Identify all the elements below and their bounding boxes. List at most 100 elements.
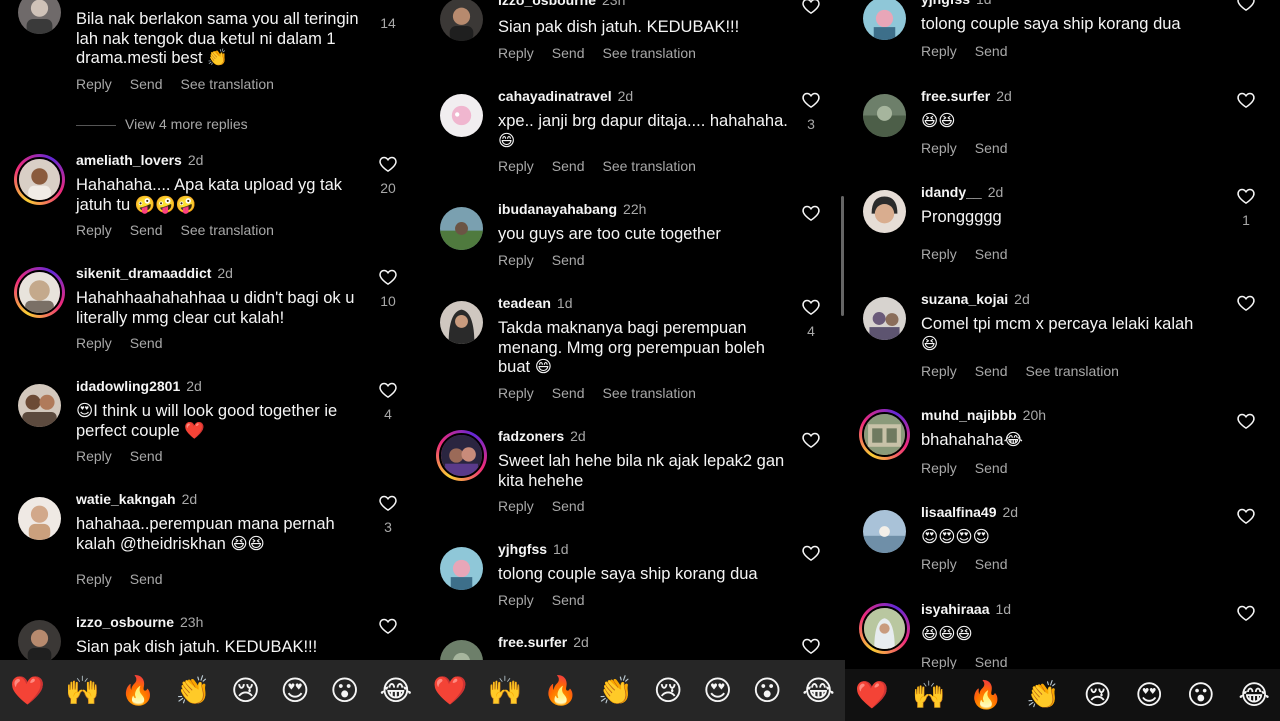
reply-button[interactable]: Reply (76, 335, 112, 351)
username[interactable]: sikenit_dramaaddict (76, 265, 211, 281)
username[interactable]: lisaalfina49 (921, 504, 997, 520)
like-heart-icon[interactable] (1236, 186, 1256, 206)
avatar[interactable] (14, 154, 65, 205)
like-heart-icon[interactable] (801, 636, 821, 656)
raising-hands-icon[interactable]: 🙌 (912, 682, 946, 709)
avatar[interactable] (436, 430, 487, 481)
reply-button[interactable]: Reply (76, 448, 112, 464)
send-button[interactable]: Send (130, 335, 163, 351)
send-button[interactable]: Send (975, 246, 1008, 262)
like-heart-icon[interactable] (378, 493, 398, 513)
red-heart-icon[interactable]: ❤️ (855, 682, 889, 709)
avatar[interactable] (863, 94, 906, 137)
reply-button[interactable]: Reply (921, 246, 957, 262)
see-translation-button[interactable]: See translation (181, 76, 274, 92)
surprised-face-icon[interactable]: 😮 (753, 676, 782, 705)
red-heart-icon[interactable]: ❤️ (10, 676, 45, 705)
username[interactable]: yjhgfss (921, 0, 970, 7)
like-heart-icon[interactable] (801, 90, 821, 110)
send-button[interactable]: Send (975, 363, 1008, 379)
see-translation-button[interactable]: See translation (603, 158, 696, 174)
crying-face-icon[interactable]: 😢 (653, 676, 682, 705)
clapping-hands-icon[interactable]: 👏 (176, 676, 211, 705)
fire-icon[interactable]: 🔥 (543, 676, 578, 705)
like-heart-icon[interactable] (378, 267, 398, 287)
send-button[interactable]: Send (975, 140, 1008, 156)
avatar[interactable] (440, 207, 483, 250)
avatar[interactable] (863, 0, 906, 40)
send-button[interactable]: Send (552, 385, 585, 401)
see-translation-button[interactable]: See translation (1026, 363, 1119, 379)
fire-icon[interactable]: 🔥 (120, 676, 155, 705)
like-heart-icon[interactable] (1236, 603, 1256, 623)
clapping-hands-icon[interactable]: 👏 (1026, 682, 1060, 709)
crying-face-icon[interactable]: 😢 (231, 676, 260, 705)
username[interactable]: ameliath_lovers (76, 152, 182, 168)
username[interactable]: izzo_osbourne (498, 0, 596, 8)
send-button[interactable]: Send (552, 45, 585, 61)
reply-button[interactable]: Reply (921, 460, 957, 476)
like-heart-icon[interactable] (801, 430, 821, 450)
send-button[interactable]: Send (552, 592, 585, 608)
heart-eyes-face-icon[interactable]: 😍 (1135, 682, 1163, 709)
username[interactable]: izzo_osbourne (76, 614, 174, 630)
send-button[interactable]: Send (552, 498, 585, 514)
send-button[interactable]: Send (975, 556, 1008, 572)
username[interactable]: free.surfer (921, 88, 990, 104)
avatar[interactable] (440, 301, 483, 344)
send-button[interactable]: Send (975, 654, 1008, 670)
heart-eyes-face-icon[interactable]: 😍 (280, 676, 309, 705)
raising-hands-icon[interactable]: 🙌 (488, 676, 523, 705)
username[interactable]: yjhgfss (498, 541, 547, 557)
avatar[interactable] (18, 497, 61, 540)
avatar[interactable] (18, 620, 61, 663)
tears-of-joy-face-icon[interactable]: 😂 (380, 676, 413, 705)
scrollbar[interactable] (841, 196, 844, 316)
surprised-face-icon[interactable]: 😮 (330, 676, 359, 705)
username[interactable]: ibudanayahabang (498, 201, 617, 217)
username[interactable]: idandy__ (921, 184, 982, 200)
tears-of-joy-face-icon[interactable]: 😂 (1238, 682, 1270, 709)
red-heart-icon[interactable]: ❤️ (433, 676, 468, 705)
avatar[interactable] (863, 190, 906, 233)
raising-hands-icon[interactable]: 🙌 (65, 676, 100, 705)
reply-button[interactable]: Reply (921, 140, 957, 156)
username[interactable]: cahayadinatravel (498, 88, 612, 104)
see-translation-button[interactable]: See translation (181, 222, 274, 238)
avatar[interactable] (859, 603, 910, 654)
send-button[interactable]: Send (552, 252, 585, 268)
like-heart-icon[interactable] (1236, 411, 1256, 431)
avatar[interactable] (863, 510, 906, 553)
like-heart-icon[interactable] (801, 203, 821, 223)
reply-button[interactable]: Reply (498, 158, 534, 174)
username[interactable]: suzana_kojai (921, 291, 1008, 307)
view-more-replies[interactable]: View 4 more replies (0, 116, 422, 136)
username[interactable]: watie_kakngah (76, 491, 176, 507)
username[interactable]: fadzoners (498, 428, 564, 444)
view-more-replies-label[interactable]: View 4 more replies (125, 116, 248, 132)
like-heart-icon[interactable] (1236, 0, 1256, 13)
username[interactable]: teadean (498, 295, 551, 311)
avatar[interactable] (440, 94, 483, 137)
like-heart-icon[interactable] (1236, 293, 1256, 313)
clapping-hands-icon[interactable]: 👏 (598, 676, 633, 705)
reply-button[interactable]: Reply (498, 592, 534, 608)
reply-button[interactable]: Reply (76, 76, 112, 92)
reply-button[interactable]: Reply (921, 654, 957, 670)
send-button[interactable]: Send (130, 222, 163, 238)
reply-button[interactable]: Reply (921, 363, 957, 379)
avatar[interactable] (18, 384, 61, 427)
username[interactable]: muhd_najibbb (921, 407, 1017, 423)
like-heart-icon[interactable] (378, 380, 398, 400)
reply-button[interactable]: Reply (76, 571, 112, 587)
avatar[interactable] (440, 547, 483, 590)
avatar[interactable] (440, 0, 483, 41)
reply-button[interactable]: Reply (498, 45, 534, 61)
reply-button[interactable]: Reply (498, 498, 534, 514)
like-heart-icon[interactable] (378, 616, 398, 636)
reply-button[interactable]: Reply (498, 252, 534, 268)
reply-button[interactable]: Reply (921, 556, 957, 572)
tears-of-joy-face-icon[interactable]: 😂 (802, 676, 835, 705)
send-button[interactable]: Send (130, 448, 163, 464)
like-heart-icon[interactable] (801, 543, 821, 563)
